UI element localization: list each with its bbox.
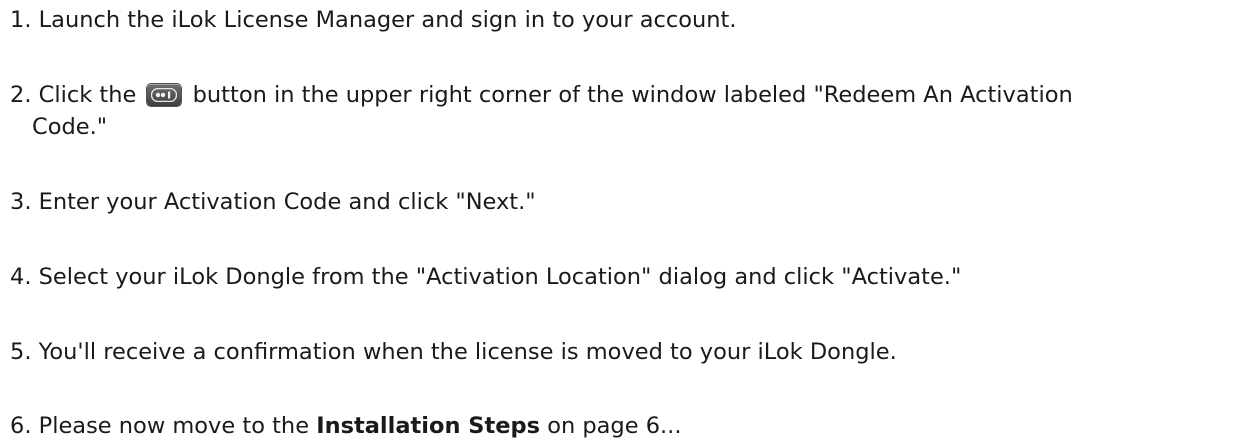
step-text: You'll receive a confirmation when the l… (38, 339, 897, 365)
step-text-post: button in the upper right corner of the … (192, 82, 1073, 108)
step-5: 5. You'll receive a confirmation when th… (10, 336, 897, 368)
installation-steps-reference: Installation Steps (316, 413, 541, 439)
step-number: 2. (10, 82, 32, 108)
step-number: 4. (10, 264, 32, 290)
step-number: 3. (10, 189, 32, 215)
step-text: Launch the iLok License Manager and sign… (38, 7, 737, 33)
redeem-activation-code-icon (147, 84, 182, 106)
step-number: 6. (10, 413, 32, 439)
step-text-cont: Code." (32, 114, 108, 140)
step-2: 2. Click the button in the upper right c… (10, 79, 1073, 111)
step-text-post: on page 6... (547, 413, 682, 439)
step-2-continuation: Code." (32, 111, 107, 143)
step-text-pre: Please now move to the (38, 413, 310, 439)
step-number: 1. (10, 7, 32, 33)
step-text-pre: Click the (38, 82, 137, 108)
step-4: 4. Select your iLok Dongle from the "Act… (10, 261, 961, 293)
step-3: 3. Enter your Activation Code and click … (10, 186, 536, 218)
step-text: Enter your Activation Code and click "Ne… (38, 189, 536, 215)
step-1: 1. Launch the iLok License Manager and s… (10, 4, 737, 36)
step-number: 5. (10, 339, 32, 365)
step-text: Select your iLok Dongle from the "Activa… (38, 264, 962, 290)
step-6: 6. Please now move to the Installation S… (10, 410, 681, 442)
